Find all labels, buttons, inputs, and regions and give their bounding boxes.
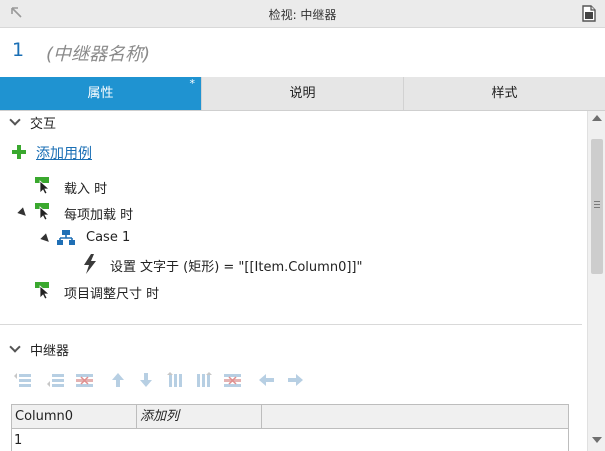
event-icon [35,282,51,300]
inspector-titlebar: 检视: 中继器 [0,0,605,28]
chevron-down-icon [9,114,21,126]
repeater-section-label: 中继器 [30,344,70,359]
move-up-icon[interactable] [109,372,127,388]
grid-cell[interactable]: 1 [12,430,137,451]
insert-column-right-icon[interactable] [195,372,213,388]
event-on-item-resize[interactable]: 项目调整尺寸 时 [0,281,300,303]
grid-header-row: Column0 添加列 [12,405,568,429]
tab-style-label: 样式 [491,86,518,101]
repeater-data-grid: Column0 添加列 1 [11,404,569,451]
event-on-item-load[interactable]: 每项加载 时 [0,202,300,224]
add-case-link[interactable]: 添加用例 [36,143,92,163]
section-divider [0,324,582,325]
insert-row-above-icon[interactable] [14,372,32,388]
tab-properties-label: 属性 [87,86,114,101]
interactions-section-header[interactable]: 交互 [0,111,587,133]
expand-triangle-icon[interactable] [40,233,52,245]
delete-column-icon[interactable] [224,372,242,388]
lightning-icon [84,254,96,274]
action-detail: 文字于 (矩形) = "[[Item.Column0]]" [140,260,363,275]
repeater-section-header[interactable]: 中继器 [0,338,587,360]
inspector-title: 检视: 中继器 [268,8,337,22]
modified-marker: * [189,77,196,90]
grip-icon [594,201,600,202]
widget-name-row: 1 (中继器名称) [0,28,605,77]
tab-style[interactable]: 样式 [403,77,605,110]
move-right-icon[interactable] [286,372,304,388]
inspector-tabs: 属性 * 说明 样式 [0,77,605,111]
widget-name-field[interactable]: (中继器名称) [46,40,150,66]
event-on-load[interactable]: 载入 时 [0,176,300,198]
widget-index: 1 [12,39,25,61]
interactions-section-label: 交互 [30,117,57,132]
event-label: 载入 时 [64,182,108,197]
move-left-icon[interactable] [258,372,276,388]
action-verb: 设置 [110,260,137,275]
event-label: 项目调整尺寸 时 [64,287,160,302]
event-label: 每项加载 时 [64,208,134,223]
tab-properties[interactable]: 属性 * [0,77,201,110]
chevron-down-icon [9,341,21,353]
insert-column-left-icon[interactable] [166,372,184,388]
delete-row-icon[interactable] [76,372,94,388]
tab-notes[interactable]: 说明 [201,77,403,110]
column-header[interactable]: Column0 [12,405,137,429]
action-row[interactable]: 设置 文字于 (矩形) = "[[Item.Column0]]" [0,254,363,276]
case-row[interactable]: Case 1 [0,228,300,250]
plus-icon [12,145,26,159]
case-label: Case 1 [86,230,131,245]
expand-triangle-icon[interactable] [17,207,29,219]
case-icon [57,230,75,245]
add-column-header[interactable]: 添加列 [137,405,262,429]
vertical-scrollbar[interactable] [587,111,605,451]
properties-panel: 交互 添加用例 载入 时 每项加载 时 Case 1 设置 文字于 (矩形) =… [0,111,587,451]
scroll-down-arrow-icon[interactable] [592,437,602,443]
event-icon [35,203,51,221]
page-icon[interactable] [582,5,596,22]
event-icon [35,177,51,195]
move-down-icon[interactable] [137,372,155,388]
insert-row-below-icon[interactable] [47,372,65,388]
tab-notes-label: 说明 [289,86,316,101]
scrollbar-thumb[interactable] [591,139,603,274]
scroll-up-arrow-icon[interactable] [592,115,602,121]
